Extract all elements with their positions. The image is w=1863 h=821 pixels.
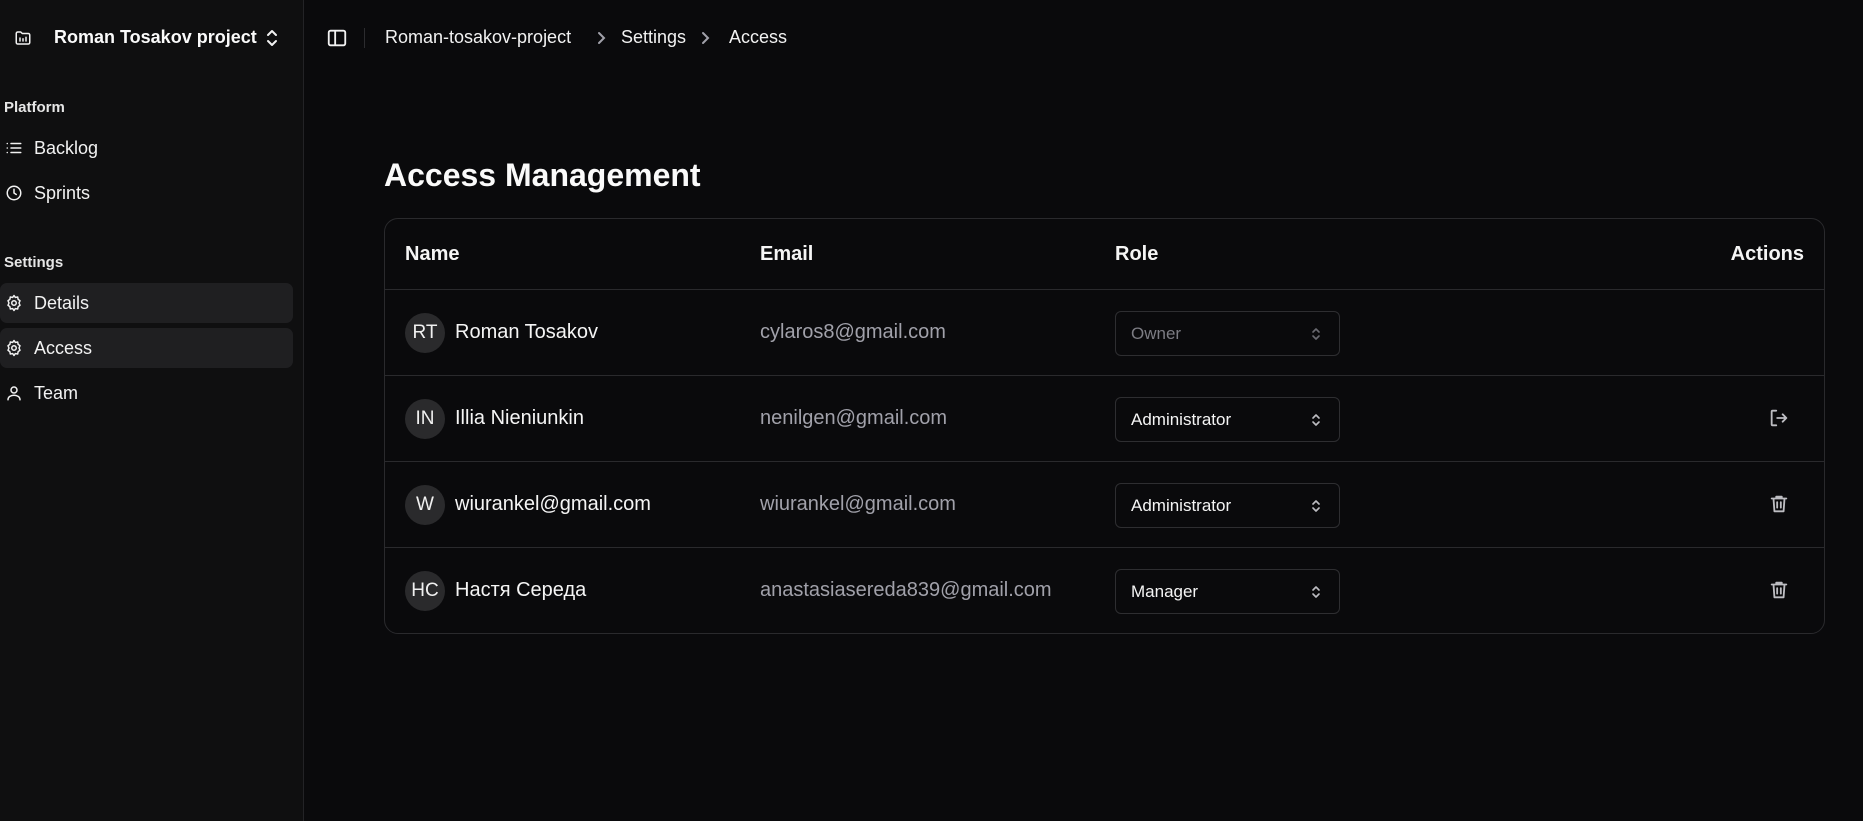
role-select[interactable]: Manager (1115, 569, 1340, 614)
divider (364, 28, 365, 48)
top-bar: Roman-tosakov-project Settings Access (305, 0, 1863, 76)
table-row: НС Настя Середа anastasiasereda839@gmail… (385, 548, 1824, 633)
member-name: Illia Nieniunkin (455, 407, 584, 429)
sidebar-item-label: Team (34, 383, 79, 403)
folder-icon (15, 31, 31, 45)
trash-icon[interactable] (1768, 579, 1790, 601)
chevron-right-icon (598, 32, 606, 44)
avatar: W (405, 485, 445, 525)
sidebar-item-label: Access (34, 338, 93, 358)
trash-icon[interactable] (1768, 493, 1790, 515)
table-header: Name Email Role Actions (385, 219, 1824, 290)
sidebar-item-label: Backlog (34, 138, 99, 158)
list-icon (6, 142, 22, 154)
chevron-up-down-icon (1312, 586, 1320, 598)
table-row: IN Illia Nieniunkin nenilgen@gmail.com A… (385, 376, 1824, 462)
chevron-up-down-icon (267, 30, 277, 46)
column-header-email: Email (760, 243, 814, 265)
breadcrumb-project[interactable]: Roman-tosakov-project (385, 27, 571, 48)
role-select[interactable]: Administrator (1115, 397, 1340, 442)
group-label-settings: Settings (4, 254, 64, 271)
chevron-right-icon (702, 32, 710, 44)
breadcrumb-access: Access (729, 27, 788, 47)
member-email: cylaros8@gmail.com (760, 321, 946, 343)
page-title: Access Management (384, 157, 701, 193)
column-header-actions: Actions (1730, 243, 1804, 265)
table-row: W wiurankel@gmail.com wiurankel@gmail.co… (385, 462, 1824, 548)
sidebar-item-label: Sprints (34, 183, 91, 203)
avatar: RT (405, 313, 445, 353)
user-icon (7, 386, 21, 401)
member-email: anastasiasereda839@gmail.com (760, 579, 1052, 601)
role-select: Owner (1115, 311, 1340, 356)
member-name: wiurankel@gmail.com (455, 493, 651, 515)
role-select[interactable]: Administrator (1115, 483, 1340, 528)
gear-icon (7, 294, 21, 312)
project-name: Roman Tosakov project (54, 27, 257, 47)
role-value: Administrator (1131, 410, 1232, 429)
sidebar-item-access[interactable]: Access (0, 328, 293, 368)
sidebar-item-details[interactable]: Details (0, 283, 293, 323)
chevron-up-down-icon (1312, 414, 1320, 426)
leave-icon[interactable] (1768, 407, 1790, 429)
chevron-up-down-icon (1312, 500, 1320, 512)
role-value: Manager (1131, 582, 1199, 601)
group-label-platform: Platform (4, 99, 65, 116)
access-table: Name Email Role Actions RT Roman Tosakov… (384, 218, 1825, 634)
avatar: IN (405, 399, 445, 439)
project-switcher[interactable]: Roman Tosakov project (0, 18, 300, 58)
chevron-up-down-icon (1312, 328, 1320, 340)
member-email: wiurankel@gmail.com (760, 493, 956, 515)
sidebar-item-backlog[interactable]: Backlog (0, 128, 293, 168)
column-header-name: Name (405, 243, 460, 265)
sidebar-item-label: Details (34, 293, 90, 313)
sidebar-item-sprints[interactable]: Sprints (0, 173, 293, 213)
column-header-role: Role (1115, 243, 1159, 265)
gear-icon (7, 339, 21, 357)
member-email: nenilgen@gmail.com (760, 407, 948, 429)
member-name: Roman Tosakov (455, 321, 599, 343)
sidebar-item-team[interactable]: Team (0, 373, 293, 413)
clock-icon (6, 185, 22, 201)
sidebar: Roman Tosakov project Platform Backlog S… (0, 0, 304, 821)
breadcrumb-settings[interactable]: Settings (621, 27, 686, 48)
role-value: Administrator (1131, 496, 1232, 515)
member-name: Настя Середа (455, 579, 587, 601)
avatar: НС (405, 571, 445, 611)
table-row: RT Roman Tosakov cylaros8@gmail.com Owne… (385, 290, 1824, 376)
role-value: Owner (1131, 324, 1182, 343)
sidebar-toggle-icon[interactable] (326, 27, 348, 49)
